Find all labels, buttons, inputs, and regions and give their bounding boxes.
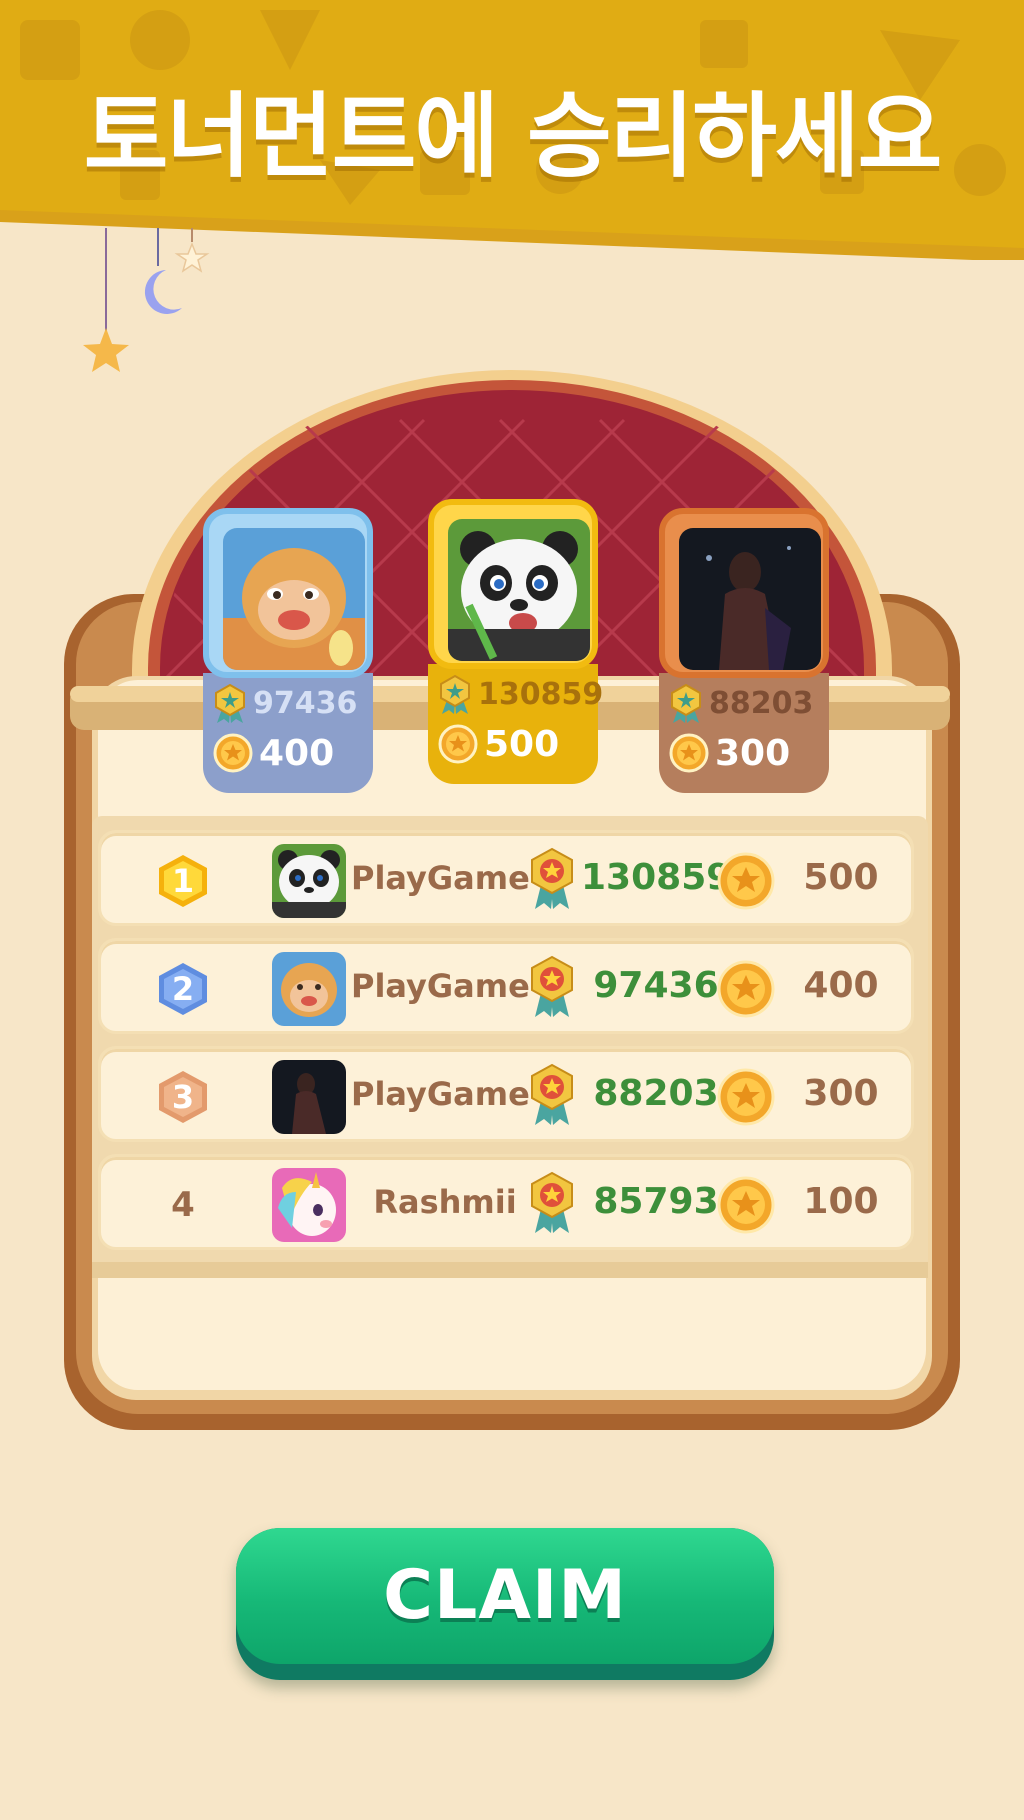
coin-icon [717, 1176, 775, 1234]
player-reward: 500 [803, 857, 879, 898]
monkey-avatar[interactable] [223, 528, 365, 670]
coin-icon [438, 724, 478, 764]
podium-stats: 88203 300 [659, 673, 829, 793]
medal-icon [671, 683, 701, 723]
coin-icon [717, 1068, 775, 1126]
player-score: 97436 [593, 965, 719, 1006]
medal-icon [215, 683, 245, 723]
podium-coins: 300 [715, 732, 791, 774]
panda-avatar[interactable] [448, 519, 590, 661]
medal-icon [531, 847, 573, 909]
coin-icon [213, 733, 253, 773]
podium-trophies: 88203 [709, 685, 814, 721]
podium-avatar-frame [203, 508, 373, 678]
podium-trophies: 130859 [478, 676, 604, 712]
podium-coins: 500 [484, 723, 560, 765]
medal-icon [531, 1171, 573, 1233]
photo-avatar[interactable] [679, 528, 821, 670]
podium-third-place: 88203 300 [659, 508, 829, 798]
claim-button[interactable]: CLAIM [236, 1528, 774, 1680]
medal-icon [531, 1063, 573, 1125]
podium-stats: 97436 400 [203, 673, 373, 793]
rank-number: 4 [171, 1185, 195, 1225]
ranking-list: 1 PlayGame 130859 500 2 PlayGame 97436 4… [98, 830, 914, 1262]
table-row[interactable]: 3 PlayGame 88203 300 [98, 1046, 914, 1142]
podium-coins: 400 [259, 732, 335, 774]
medal-icon [531, 955, 573, 1017]
podium-trophies: 97436 [253, 685, 358, 721]
panda-avatar[interactable] [272, 844, 346, 918]
player-score: 85793 [593, 1181, 719, 1222]
rank-number: 3 [171, 1078, 195, 1116]
claim-button-label: CLAIM [383, 1556, 627, 1635]
player-score: 130859 [581, 857, 732, 898]
table-row[interactable]: 4 Rashmii 85793 100 [98, 1154, 914, 1250]
coin-icon [717, 960, 775, 1018]
monkey-avatar[interactable] [272, 952, 346, 1026]
coin-icon [717, 852, 775, 910]
podium-avatar-frame [428, 499, 598, 669]
rank-number: 2 [171, 970, 195, 1008]
medal-icon [440, 674, 470, 714]
podium-stats: 130859 500 [428, 664, 603, 784]
podium-first-place: 130859 500 [428, 499, 603, 789]
rank-number: 1 [171, 862, 195, 900]
player-reward: 300 [803, 1073, 879, 1114]
podium-second-place: 97436 400 [203, 508, 373, 798]
table-row[interactable]: 2 PlayGame 97436 400 [98, 938, 914, 1034]
unicorn-avatar[interactable] [272, 1168, 346, 1242]
player-score: 88203 [593, 1073, 719, 1114]
table-row[interactable]: 1 PlayGame 130859 500 [98, 830, 914, 926]
player-name: Rashmii [373, 1183, 517, 1221]
podium-avatar-frame [659, 508, 829, 678]
player-reward: 100 [803, 1181, 879, 1222]
photo-avatar[interactable] [272, 1060, 346, 1134]
coin-icon [669, 733, 709, 773]
player-reward: 400 [803, 965, 879, 1006]
